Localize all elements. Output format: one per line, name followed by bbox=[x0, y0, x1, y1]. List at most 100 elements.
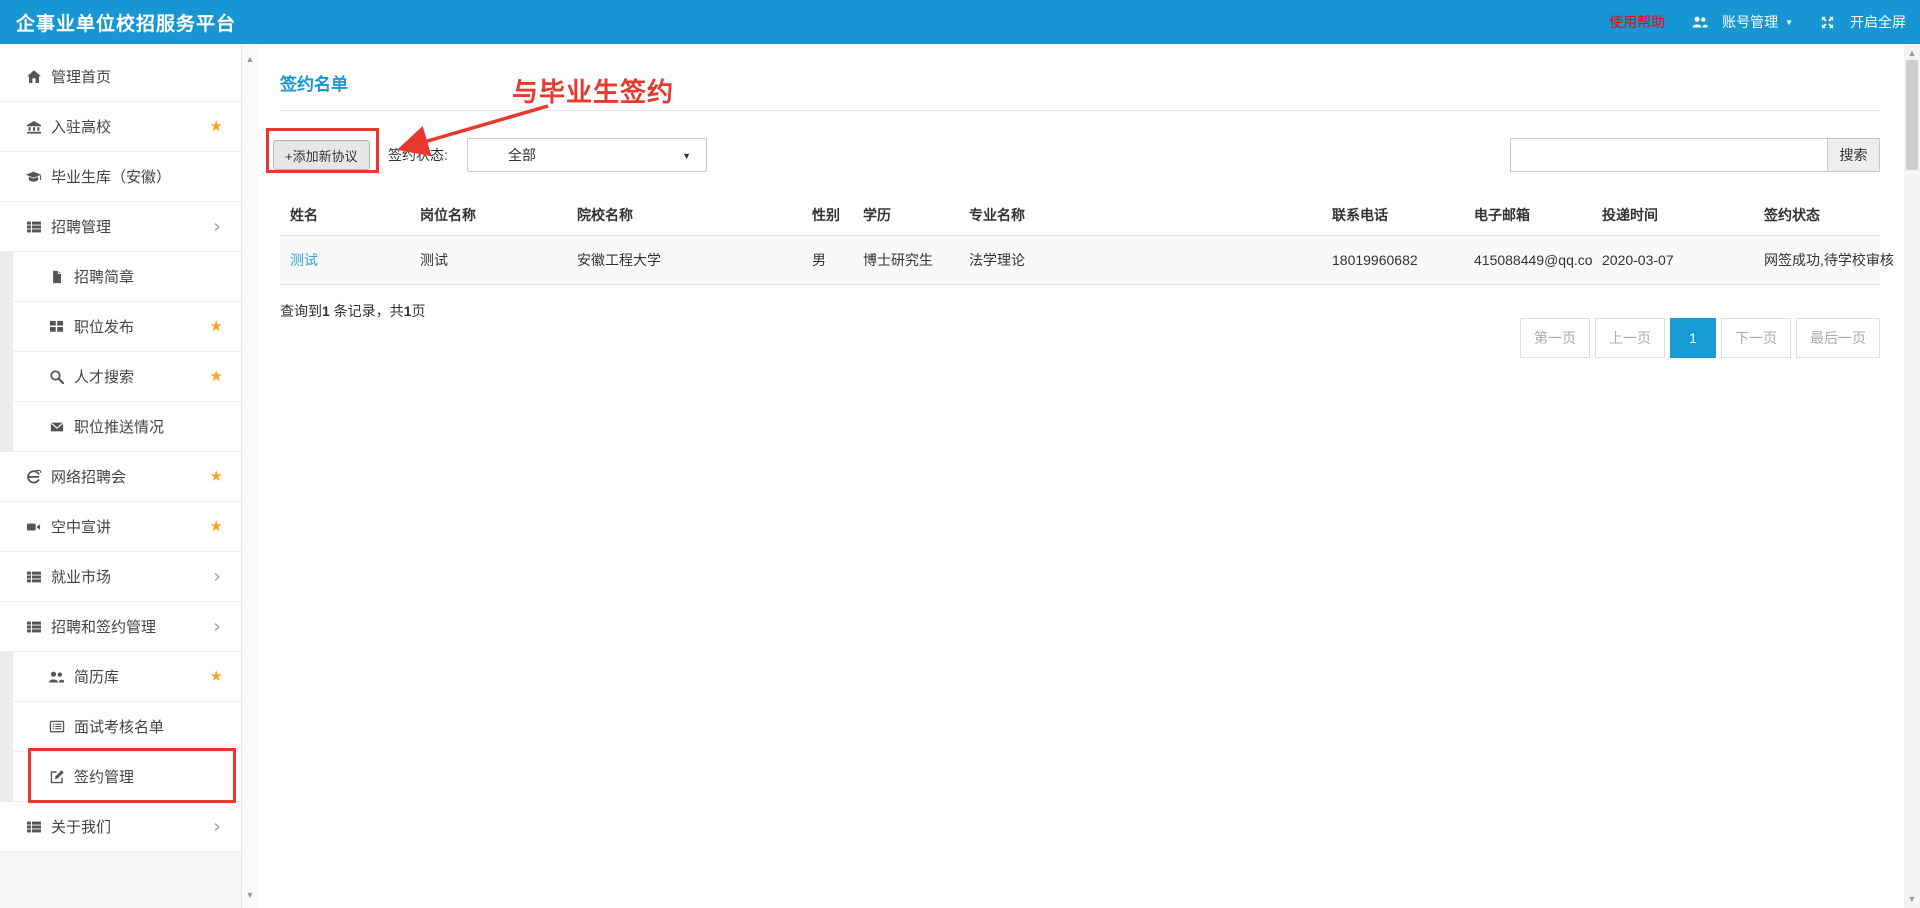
page-title: 签约名单 bbox=[280, 70, 348, 95]
window-scrollbar[interactable]: ▲ ▼ bbox=[1904, 44, 1920, 908]
col-college: 院校名称 bbox=[567, 195, 802, 236]
sidebar-item-job-market[interactable]: 就业市场 bbox=[0, 552, 241, 602]
search-input[interactable] bbox=[1510, 138, 1828, 172]
table-header-row: 姓名 岗位名称 院校名称 性别 学历 专业名称 联系电话 电子邮箱 投递时间 签… bbox=[280, 195, 1880, 236]
col-gender: 性别 bbox=[802, 195, 853, 236]
sidebar-item-label: 招聘管理 bbox=[51, 216, 211, 237]
fullscreen-label: 开启全屏 bbox=[1850, 12, 1906, 32]
prev-page-button[interactable]: 上一页 bbox=[1595, 318, 1665, 358]
sidebar-item-job-push-status[interactable]: 职位推送情况 bbox=[0, 402, 241, 452]
home-icon bbox=[25, 68, 42, 85]
sidebar-item-job-posting[interactable]: 职位发布 ★ bbox=[0, 302, 241, 352]
sign-list-table: 姓名 岗位名称 院校名称 性别 学历 专业名称 联系电话 电子邮箱 投递时间 签… bbox=[280, 195, 1880, 285]
sidebar-item-label: 入驻高校 bbox=[51, 116, 210, 137]
star-icon: ★ bbox=[210, 369, 223, 384]
last-page-button[interactable]: 最后一页 bbox=[1796, 318, 1880, 358]
account-menu-label: 账号管理 bbox=[1722, 12, 1778, 32]
pagination: 第一页 上一页 1 下一页 最后一页 bbox=[1520, 318, 1880, 358]
account-menu[interactable]: 账号管理 ▼ bbox=[1691, 12, 1793, 32]
scroll-up-icon[interactable]: ▲ bbox=[242, 52, 258, 66]
sidebar-menu: 管理首页 入驻高校 ★ 毕业生库（安徽） 招聘管理 招聘简章 职位发布 ★ bbox=[0, 44, 241, 852]
help-link[interactable]: 使用帮助 bbox=[1609, 12, 1665, 32]
file-icon bbox=[48, 268, 65, 285]
list-alt-icon bbox=[48, 718, 65, 735]
sidebar-item-resume-library[interactable]: 简历库 ★ bbox=[0, 652, 241, 702]
star-icon: ★ bbox=[210, 119, 223, 134]
list-icon bbox=[25, 218, 42, 235]
scroll-down-icon[interactable]: ▼ bbox=[242, 888, 258, 902]
sidebar-item-label: 空中宣讲 bbox=[51, 516, 210, 537]
scroll-up-icon[interactable]: ▲ bbox=[1904, 46, 1920, 60]
cell-gender: 男 bbox=[802, 236, 853, 285]
sidebar-scrollbar[interactable]: ▲ ▼ bbox=[241, 44, 258, 908]
internet-icon bbox=[25, 468, 42, 485]
cell-degree: 博士研究生 bbox=[853, 236, 959, 285]
users-icon bbox=[1691, 14, 1708, 31]
candidate-name-link[interactable]: 测试 bbox=[290, 252, 318, 268]
list-icon bbox=[25, 618, 42, 635]
sidebar-item-label: 职位推送情况 bbox=[74, 416, 223, 437]
star-icon: ★ bbox=[210, 319, 223, 334]
users-icon bbox=[48, 668, 65, 685]
col-name: 姓名 bbox=[280, 195, 410, 236]
search-icon bbox=[48, 368, 65, 385]
sidebar-item-label: 就业市场 bbox=[51, 566, 211, 587]
sidebar-item-recruit-brochure[interactable]: 招聘简章 bbox=[0, 252, 241, 302]
current-page-button[interactable]: 1 bbox=[1670, 318, 1716, 358]
main-content: 签约名单 +添加新协议 签约状态: 全部 ▼ 搜索 姓名 岗位名称 院校名称 性… bbox=[258, 44, 1904, 908]
chevron-right-icon bbox=[211, 220, 223, 234]
col-major: 专业名称 bbox=[959, 195, 1322, 236]
col-position: 岗位名称 bbox=[410, 195, 567, 236]
annotation-arrow bbox=[385, 100, 560, 162]
sidebar-item-interview-list[interactable]: 面试考核名单 bbox=[0, 702, 241, 752]
fullscreen-toggle[interactable]: 开启全屏 bbox=[1819, 12, 1906, 32]
cell-position: 测试 bbox=[410, 236, 567, 285]
sidebar-item-manage-home[interactable]: 管理首页 bbox=[0, 52, 241, 102]
search-button[interactable]: 搜索 bbox=[1828, 138, 1880, 172]
chevron-right-icon bbox=[211, 620, 223, 634]
scrollbar-thumb[interactable] bbox=[1906, 60, 1918, 170]
cell-college: 安徽工程大学 bbox=[567, 236, 802, 285]
col-sign-status: 签约状态 bbox=[1754, 195, 1880, 236]
sidebar-item-online-job-fair[interactable]: 网络招聘会 ★ bbox=[0, 452, 241, 502]
record-summary: 查询到1 条记录，共1页 bbox=[280, 301, 425, 321]
graduation-cap-icon bbox=[25, 168, 42, 185]
annotation-box-sign-management bbox=[28, 748, 236, 803]
cell-phone: 18019960682 bbox=[1322, 236, 1464, 285]
star-icon: ★ bbox=[210, 519, 223, 534]
scroll-down-icon[interactable]: ▼ bbox=[1904, 892, 1920, 906]
fullscreen-icon bbox=[1819, 14, 1836, 31]
list-icon bbox=[25, 818, 42, 835]
annotation-box-add-button bbox=[266, 128, 379, 173]
chevron-down-icon: ▼ bbox=[1785, 18, 1793, 27]
sidebar-item-graduate-pool[interactable]: 毕业生库（安徽） bbox=[0, 152, 241, 202]
sidebar-item-partner-colleges[interactable]: 入驻高校 ★ bbox=[0, 102, 241, 152]
col-phone: 联系电话 bbox=[1322, 195, 1464, 236]
cell-sign-status: 网签成功,待学校审核 bbox=[1754, 236, 1880, 285]
list-icon bbox=[25, 568, 42, 585]
sidebar-item-recruit-sign-management[interactable]: 招聘和签约管理 bbox=[0, 602, 241, 652]
col-degree: 学历 bbox=[853, 195, 959, 236]
col-apply-date: 投递时间 bbox=[1592, 195, 1754, 236]
cell-email: 415088449@qq.com bbox=[1464, 236, 1592, 285]
top-header-bar: 企事业单位校招服务平台 使用帮助 账号管理 ▼ 开启全屏 bbox=[0, 0, 1920, 44]
col-email: 电子邮箱 bbox=[1464, 195, 1592, 236]
star-icon: ★ bbox=[210, 469, 223, 484]
sidebar-item-label: 网络招聘会 bbox=[51, 466, 210, 487]
sidebar-item-air-presentation[interactable]: 空中宣讲 ★ bbox=[0, 502, 241, 552]
sidebar-item-label: 招聘简章 bbox=[74, 266, 223, 287]
video-icon bbox=[25, 518, 42, 535]
table-row: 测试 测试 安徽工程大学 男 博士研究生 法学理论 18019960682 41… bbox=[280, 236, 1880, 285]
cell-major: 法学理论 bbox=[959, 236, 1322, 285]
bank-icon bbox=[25, 118, 42, 135]
sidebar-item-label: 简历库 bbox=[74, 666, 210, 687]
sidebar-item-recruit-management[interactable]: 招聘管理 bbox=[0, 202, 241, 252]
next-page-button[interactable]: 下一页 bbox=[1721, 318, 1791, 358]
chevron-right-icon bbox=[211, 820, 223, 834]
caret-down-icon: ▼ bbox=[682, 151, 691, 161]
first-page-button[interactable]: 第一页 bbox=[1520, 318, 1590, 358]
grid-icon bbox=[48, 318, 65, 335]
app-title: 企事业单位校招服务平台 bbox=[0, 9, 236, 36]
sidebar-item-about-us[interactable]: 关于我们 bbox=[0, 802, 241, 852]
sidebar-item-talent-search[interactable]: 人才搜索 ★ bbox=[0, 352, 241, 402]
